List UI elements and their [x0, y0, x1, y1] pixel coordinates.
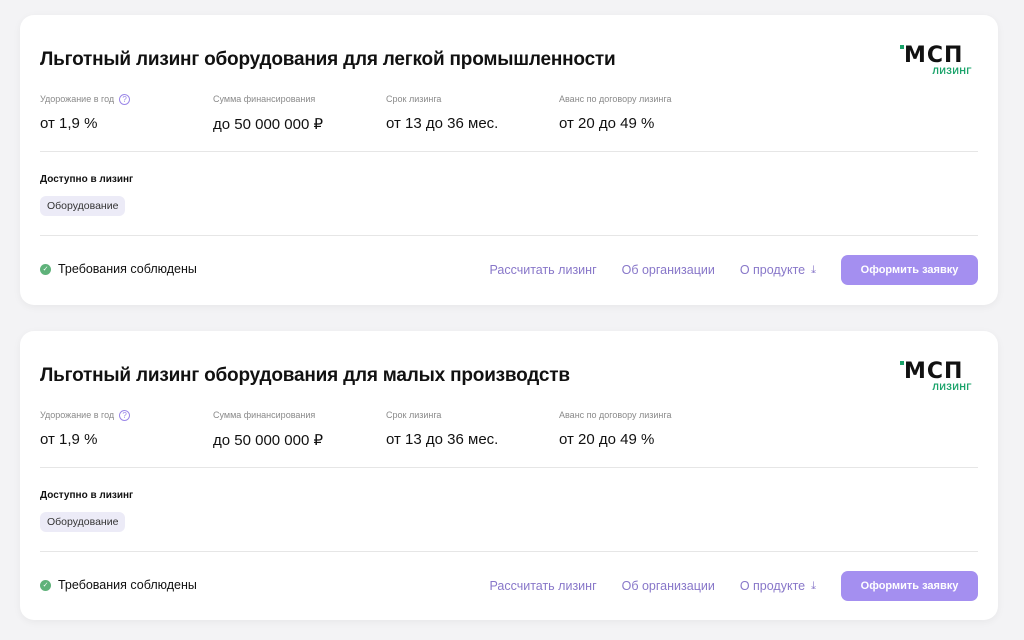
logo-text: МСП	[904, 359, 963, 384]
param-label: Удорожание в год?	[40, 93, 213, 105]
help-icon[interactable]: ?	[119, 94, 130, 105]
divider	[40, 467, 978, 468]
param-label: Аванс по договору лизинга	[559, 93, 732, 105]
param-label-text: Сумма финансирования	[213, 410, 315, 420]
param: Удорожание в год? от 1,9 %	[40, 93, 213, 133]
actions: Рассчитать лизинг Об организации О проду…	[489, 571, 978, 601]
param-label-text: Срок лизинга	[386, 410, 441, 420]
about-product-link[interactable]: О продукте ⤓	[740, 579, 816, 593]
param-value: от 13 до 36 мес.	[386, 115, 559, 132]
msp-leasing-logo: МСПЛИЗИНГ	[900, 45, 976, 77]
status-text: Требования соблюдены	[58, 262, 197, 276]
about-product-text: О продукте	[740, 263, 805, 277]
param-value: от 1,9 %	[40, 431, 213, 448]
available-label: Доступно в лизинг	[40, 490, 133, 501]
param-value: от 1,9 %	[40, 115, 213, 132]
param-label-text: Срок лизинга	[386, 94, 441, 104]
params: Удорожание в год?от 1,9 %Сумма финансиро…	[40, 409, 732, 449]
equipment-tag: Оборудование	[40, 196, 125, 216]
param-label: Аванс по договору лизинга	[559, 409, 732, 421]
help-icon[interactable]: ?	[119, 410, 130, 421]
logo-text: МСП	[904, 43, 963, 68]
param: Срок лизинга от 13 до 36 мес.	[386, 93, 559, 133]
actions: Рассчитать лизинг Об организации О проду…	[489, 255, 978, 285]
param-label-text: Удорожание в год	[40, 94, 114, 104]
status: ✓ Требования соблюдены	[40, 262, 197, 276]
param-value: от 20 до 49 %	[559, 431, 732, 448]
calculate-leasing-link[interactable]: Рассчитать лизинг	[489, 263, 596, 277]
param: Сумма финансирования до 50 000 000 ₽	[213, 409, 386, 449]
param-label-text: Аванс по договору лизинга	[559, 94, 671, 104]
param: Удорожание в год? от 1,9 %	[40, 409, 213, 449]
param-label: Срок лизинга	[386, 93, 559, 105]
param: Аванс по договору лизинга от 20 до 49 %	[559, 409, 732, 449]
logo-subtext: ЛИЗИНГ	[933, 66, 973, 76]
param: Сумма финансирования до 50 000 000 ₽	[213, 93, 386, 133]
download-icon: ⤓	[811, 264, 816, 277]
available-label: Доступно в лизинг	[40, 174, 133, 185]
about-product-link[interactable]: О продукте ⤓	[740, 263, 816, 277]
msp-leasing-logo: МСПЛИЗИНГ	[900, 361, 976, 393]
card-title: Льготный лизинг оборудования для малых п…	[40, 365, 570, 387]
card-title: Льготный лизинг оборудования для легкой …	[40, 49, 616, 71]
leasing-card: Льготный лизинг оборудования для малых п…	[20, 331, 998, 620]
param: Срок лизинга от 13 до 36 мес.	[386, 409, 559, 449]
param-value: до 50 000 000 ₽	[213, 431, 386, 449]
param-label: Сумма финансирования	[213, 409, 386, 421]
calculate-leasing-link[interactable]: Рассчитать лизинг	[489, 579, 596, 593]
param-label: Удорожание в год?	[40, 409, 213, 421]
param-label-text: Аванс по договору лизинга	[559, 410, 671, 420]
divider	[40, 551, 978, 552]
param-label-text: Сумма финансирования	[213, 94, 315, 104]
leasing-card: Льготный лизинг оборудования для легкой …	[20, 15, 998, 305]
about-organization-link[interactable]: Об организации	[622, 263, 715, 277]
status-text: Требования соблюдены	[58, 578, 197, 592]
param-value: от 20 до 49 %	[559, 115, 732, 132]
divider	[40, 151, 978, 152]
check-circle-icon: ✓	[40, 580, 51, 591]
divider	[40, 235, 978, 236]
apply-button[interactable]: Оформить заявку	[841, 255, 978, 285]
param-label: Срок лизинга	[386, 409, 559, 421]
status: ✓ Требования соблюдены	[40, 578, 197, 592]
equipment-tag: Оборудование	[40, 512, 125, 532]
download-icon: ⤓	[811, 580, 816, 593]
param-label: Сумма финансирования	[213, 93, 386, 105]
param: Аванс по договору лизинга от 20 до 49 %	[559, 93, 732, 133]
about-product-text: О продукте	[740, 579, 805, 593]
params: Удорожание в год?от 1,9 %Сумма финансиро…	[40, 93, 732, 133]
check-circle-icon: ✓	[40, 264, 51, 275]
param-value: от 13 до 36 мес.	[386, 431, 559, 448]
apply-button[interactable]: Оформить заявку	[841, 571, 978, 601]
param-value: до 50 000 000 ₽	[213, 115, 386, 133]
param-label-text: Удорожание в год	[40, 410, 114, 420]
logo-subtext: ЛИЗИНГ	[933, 382, 973, 392]
about-organization-link[interactable]: Об организации	[622, 579, 715, 593]
